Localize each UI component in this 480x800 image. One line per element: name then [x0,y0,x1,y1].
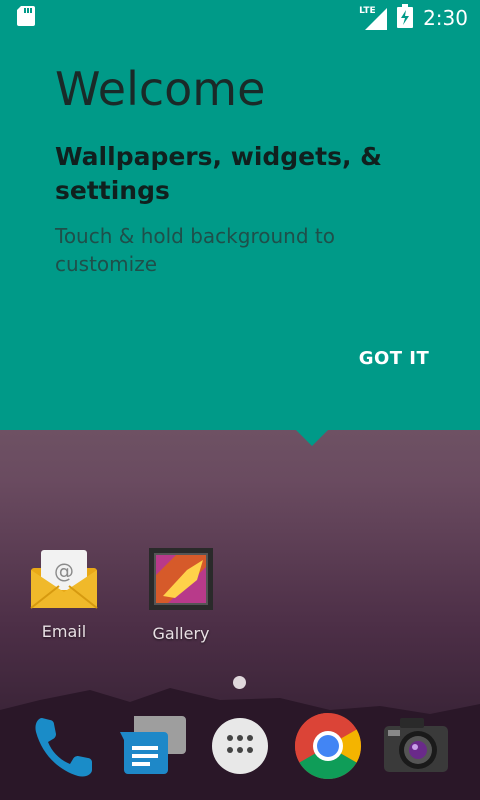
status-icons: LTE 2:30 [359,4,468,32]
app-label-email: Email [41,622,87,641]
welcome-heading: Wallpapers, widgets, & settings [55,142,382,205]
app-gallery[interactable]: Gallery [131,546,231,643]
app-drawer-icon [206,718,278,786]
dock-chrome[interactable] [292,710,364,782]
welcome-pointer [294,428,330,446]
status-time: 2:30 [423,6,468,30]
welcome-title: Welcome [55,62,266,116]
app-label-gallery: Gallery [152,624,210,643]
welcome-card: Welcome Wallpapers, widgets, & settings … [0,0,480,430]
signal-icon: LTE [359,6,388,30]
status-bar: LTE 2:30 [0,0,480,36]
battery-charging-icon [397,4,414,32]
got-it-button[interactable]: GOT IT [352,338,436,378]
sd-card-icon [16,5,36,31]
svg-text:@: @ [54,559,74,583]
chrome-icon [292,713,364,786]
welcome-body: Touch & hold background to customize [55,224,335,276]
camera-icon [380,718,452,786]
page-indicator-dot [233,676,246,689]
phone-icon [28,718,100,786]
dock-messaging[interactable] [118,710,190,782]
dock-camera[interactable] [380,710,452,782]
app-email[interactable]: @ Email [14,546,114,641]
dock-phone[interactable] [28,710,100,782]
gallery-icon [147,548,215,616]
messaging-icon [118,716,190,786]
email-icon: @ [29,550,99,614]
dock-app-drawer[interactable] [206,710,278,782]
